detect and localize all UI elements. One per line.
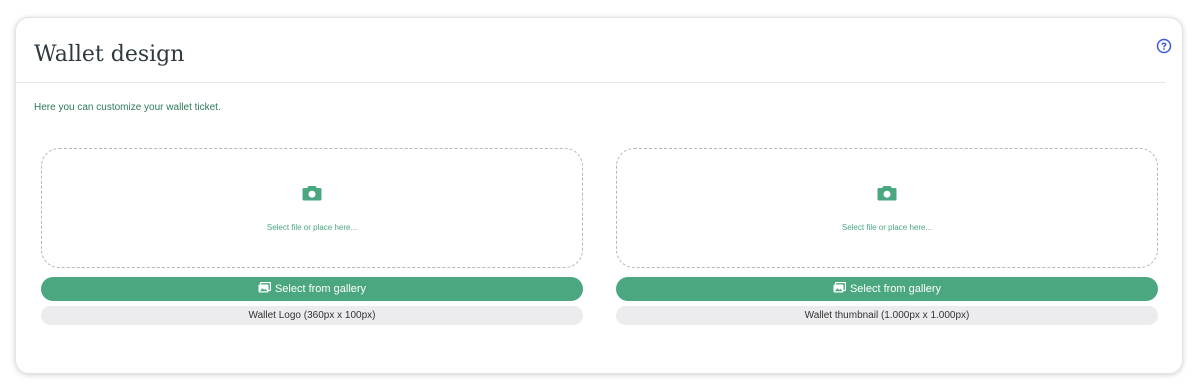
select-from-gallery-button[interactable]: Select from gallery	[616, 277, 1158, 301]
image-spec-label: Wallet thumbnail (1.000px x 1.000px)	[616, 306, 1158, 325]
title-divider	[16, 82, 1166, 83]
wallet-design-card: Wallet design Here you can customize you…	[15, 17, 1183, 374]
wallet-logo-upload: Select file or place here... Select from…	[41, 148, 583, 325]
image-gallery-icon	[833, 281, 850, 296]
file-drop-zone[interactable]: Select file or place here...	[616, 148, 1158, 268]
image-spec-label: Wallet Logo (360px x 100px)	[41, 306, 583, 325]
question-circle-icon[interactable]	[1156, 38, 1172, 54]
camera-icon	[877, 185, 897, 201]
image-gallery-icon	[258, 281, 275, 296]
select-from-gallery-button[interactable]: Select from gallery	[41, 277, 583, 301]
card-title: Wallet design	[34, 42, 185, 67]
gallery-button-label: Select from gallery	[849, 283, 942, 295]
card-description: Here you can customize your wallet ticke…	[34, 102, 221, 113]
file-drop-zone[interactable]: Select file or place here...	[41, 148, 583, 268]
wallet-thumbnail-upload: Select file or place here... Select from…	[616, 148, 1158, 325]
gallery-button-label: Select from gallery	[274, 283, 367, 295]
drop-zone-text: Select file or place here...	[841, 223, 933, 232]
camera-icon	[302, 185, 322, 201]
drop-zone-text: Select file or place here...	[266, 223, 358, 232]
